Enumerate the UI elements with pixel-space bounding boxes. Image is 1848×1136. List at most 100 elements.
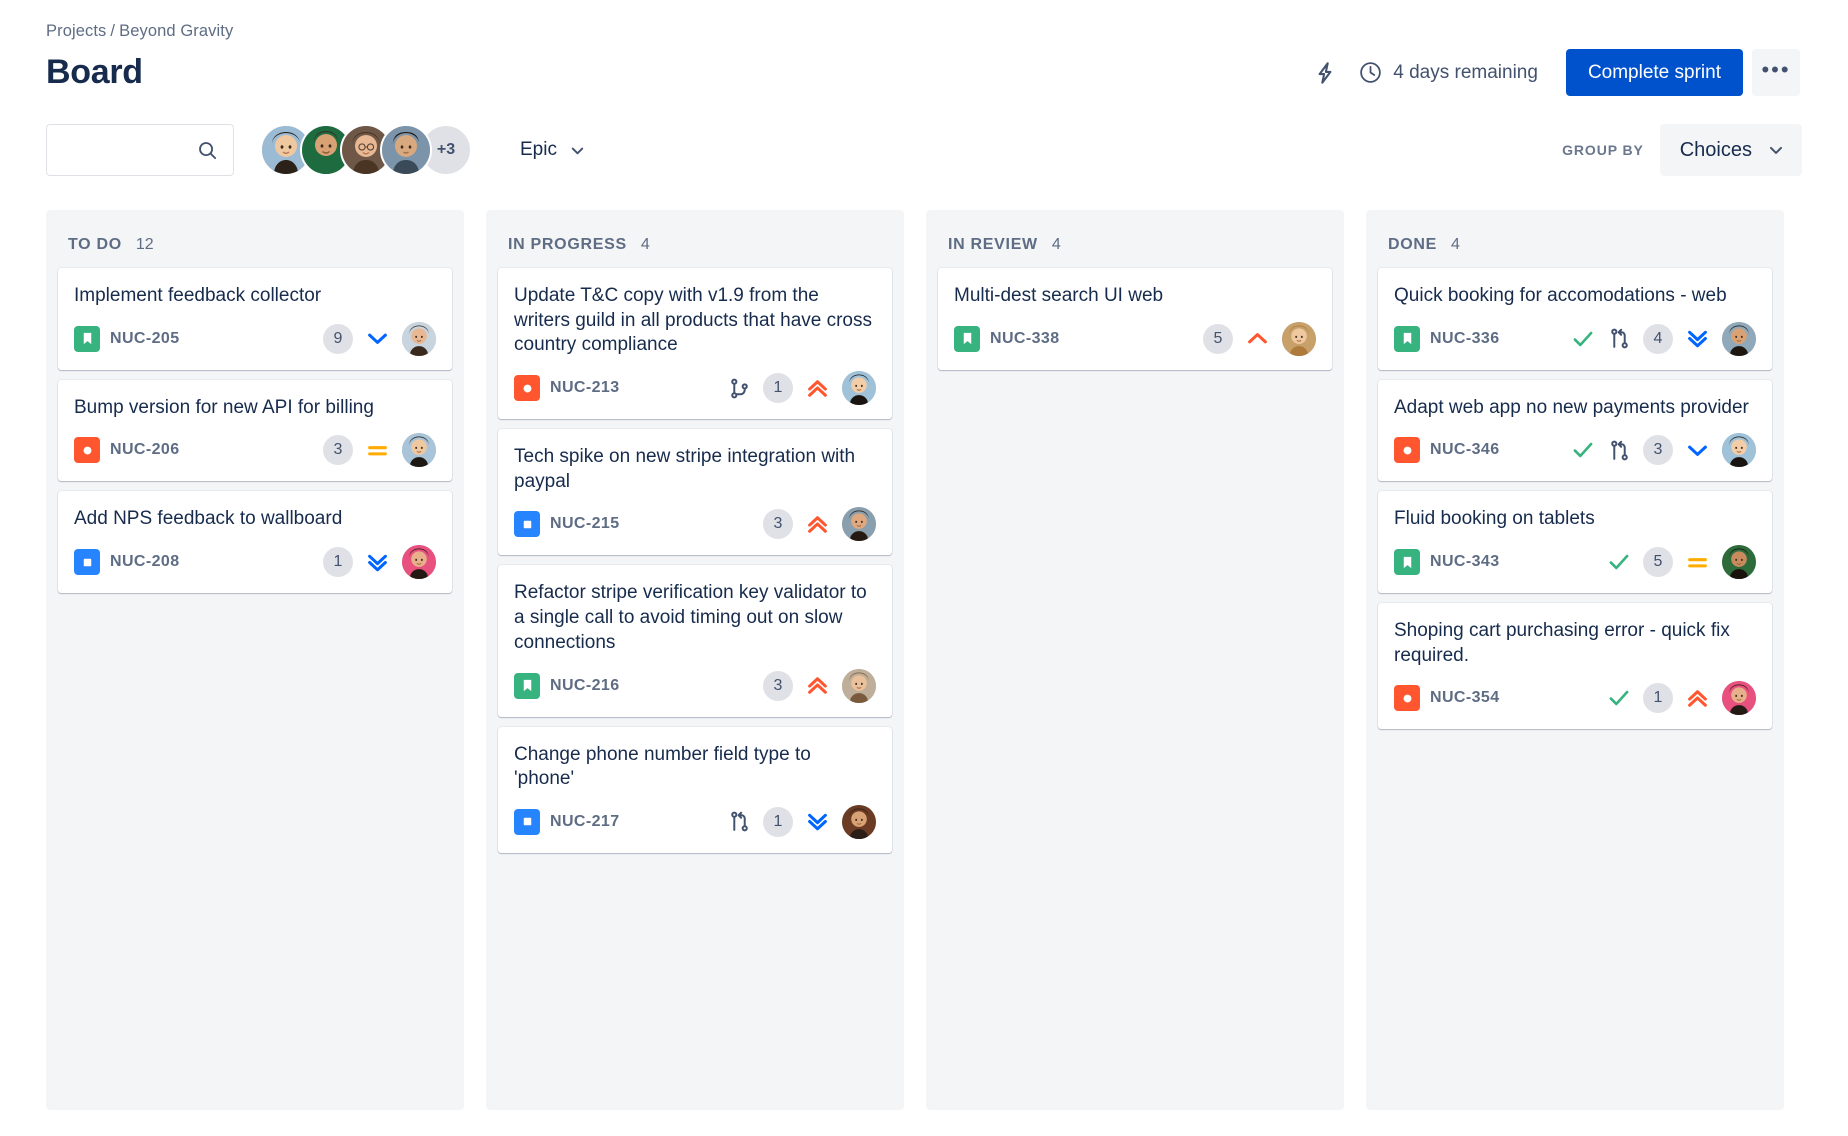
issue-key[interactable]: NUC-343 xyxy=(1430,553,1500,571)
board-column-todo: TO DO 12 Implement feedback collector NUC-2… xyxy=(46,210,464,1110)
issue-card-title: Add NPS feedback to wallboard xyxy=(74,508,343,530)
issue-card[interactable]: Bump version for new API for billing NUC-… xyxy=(58,379,452,482)
issue-card[interactable]: Implement feedback collector NUC-205 9 xyxy=(58,268,452,370)
issue-card-meta-right: 3 xyxy=(1570,433,1756,468)
issue-count-badge[interactable]: 3 xyxy=(763,509,793,540)
assignee-avatar[interactable] xyxy=(1722,321,1756,356)
avatar-group: +3 xyxy=(260,124,472,176)
search-input[interactable] xyxy=(59,141,196,159)
done-check-icon xyxy=(1570,326,1596,352)
jira-board-page: Projects / Beyond Gravity Board 4 days rem… xyxy=(0,0,1848,1136)
issue-type-task-icon xyxy=(514,808,540,835)
assignee-avatar[interactable] xyxy=(402,545,436,580)
issue-card-meta-right: 3 xyxy=(323,433,436,468)
issue-card[interactable]: Multi-dest search UI web NUC-338 5 xyxy=(938,268,1332,370)
issue-card[interactable]: Shoping cart purchasing error - quick fi… xyxy=(1378,603,1772,730)
issue-count-badge[interactable]: 9 xyxy=(323,323,353,354)
issue-count-badge[interactable]: 1 xyxy=(1643,683,1673,714)
issue-key[interactable]: NUC-354 xyxy=(1430,689,1500,707)
issue-card-title: Tech spike on new stripe integration wit… xyxy=(514,446,856,492)
issue-card-title: Bump version for new API for billing xyxy=(74,396,374,418)
assignee-avatar[interactable] xyxy=(842,507,876,542)
issue-count-badge[interactable]: 1 xyxy=(763,806,793,837)
assignee-avatar[interactable] xyxy=(1282,321,1316,356)
search-box[interactable] xyxy=(46,124,234,176)
issue-count-badge[interactable]: 4 xyxy=(1643,323,1673,354)
issue-type-story-icon xyxy=(74,325,100,352)
column-header: DONE 4 xyxy=(1378,220,1772,268)
assignee-avatar[interactable] xyxy=(1722,433,1756,468)
issue-key[interactable]: NUC-208 xyxy=(110,553,180,571)
avatar[interactable] xyxy=(380,124,432,176)
issue-key[interactable]: NUC-206 xyxy=(110,441,180,459)
priority-highest-icon xyxy=(804,672,831,699)
priority-medium-icon xyxy=(1684,549,1711,576)
epic-filter-dropdown[interactable]: Epic xyxy=(510,131,597,169)
epic-filter-label: Epic xyxy=(520,139,557,160)
pull-request-icon[interactable] xyxy=(1607,326,1632,351)
issue-card-meta-right: 1 xyxy=(323,545,436,580)
issue-key[interactable]: NUC-205 xyxy=(110,330,180,348)
pull-request-icon[interactable] xyxy=(727,809,752,834)
column-name: IN PROGRESS xyxy=(508,236,627,253)
issue-key[interactable]: NUC-213 xyxy=(550,379,620,397)
assignee-avatar[interactable] xyxy=(402,321,436,356)
issue-card-meta-left: NUC-343 xyxy=(1394,549,1500,576)
issue-card[interactable]: Fluid booking on tablets NUC-343 5 xyxy=(1378,491,1772,594)
issue-key[interactable]: NUC-216 xyxy=(550,677,620,695)
issue-card-title: Quick booking for accomodations - web xyxy=(1394,285,1727,306)
assignee-avatar[interactable] xyxy=(1722,545,1756,580)
issue-card-meta: NUC-217 1 xyxy=(514,804,876,839)
issue-count-badge[interactable]: 3 xyxy=(323,435,353,466)
board-column-done: DONE 4 Quick booking for accomodations - w… xyxy=(1366,210,1784,1110)
issue-type-story-icon xyxy=(1394,325,1420,352)
issue-card[interactable]: Adapt web app no new payments provider NU… xyxy=(1378,379,1772,482)
branch-icon[interactable] xyxy=(727,376,752,401)
issue-count-badge[interactable]: 1 xyxy=(323,547,353,578)
issue-card-meta-left: NUC-206 xyxy=(74,437,180,464)
issue-card-meta-left: NUC-346 xyxy=(1394,437,1500,464)
assignee-avatar[interactable] xyxy=(842,804,876,839)
sprint-remaining-text: 4 days remaining xyxy=(1393,61,1538,83)
issue-key[interactable]: NUC-338 xyxy=(990,330,1060,348)
sprint-remaining: 4 days remaining xyxy=(1358,60,1538,85)
assignee-avatar[interactable] xyxy=(842,371,876,406)
issue-card-meta: NUC-208 1 xyxy=(74,545,436,580)
search-icon[interactable] xyxy=(196,139,219,162)
issue-key[interactable]: NUC-215 xyxy=(550,515,620,533)
assignee-avatar[interactable] xyxy=(402,433,436,468)
issue-card-meta-left: NUC-354 xyxy=(1394,685,1500,712)
issue-count-badge[interactable]: 5 xyxy=(1203,323,1233,354)
assignee-avatar[interactable] xyxy=(842,668,876,703)
complete-sprint-button[interactable]: Complete sprint xyxy=(1565,49,1743,96)
issue-key[interactable]: NUC-336 xyxy=(1430,330,1500,348)
assignee-avatar[interactable] xyxy=(1722,681,1756,716)
group-by-value: Choices xyxy=(1679,138,1752,161)
issue-count-badge[interactable]: 3 xyxy=(763,670,793,701)
issue-key[interactable]: NUC-217 xyxy=(550,813,620,831)
issue-card[interactable]: Add NPS feedback to wallboard NUC-208 1 xyxy=(58,491,452,594)
issue-card-meta-left: NUC-336 xyxy=(1394,325,1500,352)
insights-button[interactable] xyxy=(1304,52,1346,94)
issue-card[interactable]: Tech spike on new stripe integration wit… xyxy=(498,429,892,556)
issue-card[interactable]: Update T&C copy with v1.9 from the write… xyxy=(498,268,892,420)
issue-count-badge[interactable]: 3 xyxy=(1643,435,1673,466)
column-header: TO DO 12 xyxy=(58,220,452,268)
more-actions-button[interactable]: ••• xyxy=(1752,49,1800,96)
priority-highest-icon xyxy=(804,375,831,402)
issue-key[interactable]: NUC-346 xyxy=(1430,441,1500,459)
column-header: IN PROGRESS 4 xyxy=(498,220,892,268)
issue-card[interactable]: Change phone number field type to 'phone… xyxy=(498,726,892,853)
issue-card-meta: NUC-216 3 xyxy=(514,668,876,703)
pull-request-icon[interactable] xyxy=(1607,438,1632,463)
issue-card-meta-left: NUC-216 xyxy=(514,672,620,699)
issue-count-badge[interactable]: 5 xyxy=(1643,547,1673,578)
breadcrumb-project[interactable]: Beyond Gravity xyxy=(119,22,233,40)
issue-count-badge[interactable]: 1 xyxy=(763,373,793,404)
group-by-dropdown[interactable]: Choices xyxy=(1659,124,1802,176)
issue-card[interactable]: Quick booking for accomodations - web NUC… xyxy=(1378,268,1772,370)
breadcrumb-root[interactable]: Projects xyxy=(46,22,106,40)
lightning-icon xyxy=(1312,60,1338,86)
issue-card[interactable]: Refactor stripe verification key validat… xyxy=(498,565,892,717)
breadcrumb: Projects / Beyond Gravity xyxy=(46,0,1802,41)
